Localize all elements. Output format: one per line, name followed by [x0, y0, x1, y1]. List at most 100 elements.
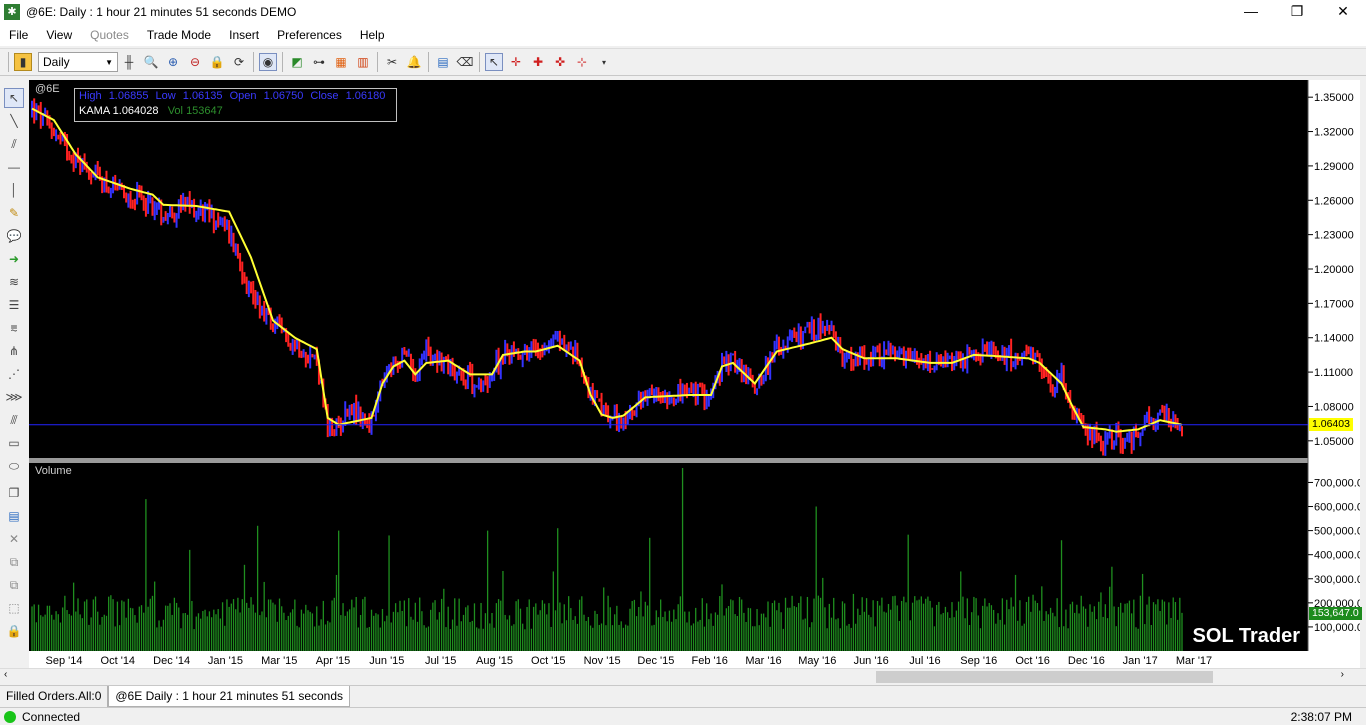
minimize-button[interactable]: —	[1228, 0, 1274, 24]
interval-select[interactable]: Daily ▼	[38, 52, 118, 72]
tab-chart[interactable]: @6E Daily : 1 hour 21 minutes 51 seconds	[108, 686, 351, 707]
time-tick-label: Oct '16	[1015, 655, 1050, 667]
maximize-button[interactable]: ❐	[1274, 0, 1320, 24]
vertical-line-icon[interactable]: │	[4, 180, 24, 200]
time-tick-label: Mar '17	[1176, 655, 1212, 667]
arc-icon[interactable]: ≋	[4, 272, 24, 292]
fib-extension-icon[interactable]: ⩳	[4, 318, 24, 338]
callout-icon[interactable]: 💬	[4, 226, 24, 246]
volume-tick-label: 500,000.0	[1314, 526, 1360, 538]
tab-filled-orders[interactable]: Filled Orders.All:0	[0, 686, 109, 707]
rectangle-icon[interactable]: ▭	[4, 433, 24, 453]
time-tick-label: Apr '15	[316, 655, 351, 667]
crosshair-mode-icon[interactable]: ◉	[259, 53, 277, 71]
vol-label: Vol	[167, 105, 183, 117]
time-tick-label: Dec '16	[1068, 655, 1105, 667]
last-price-tag: 1.06403	[1309, 417, 1353, 431]
price-tick-label: 1.05000	[1314, 436, 1354, 448]
delete-drawing-icon[interactable]: ✕	[4, 529, 24, 549]
window-tabs: Filled Orders.All:0 @6E Daily : 1 hour 2…	[0, 685, 1366, 707]
menu-file[interactable]: File	[0, 25, 37, 45]
menu-help[interactable]: Help	[351, 25, 394, 45]
trendline-icon[interactable]: ╲	[4, 111, 24, 131]
channel-icon[interactable]: ⫽	[4, 134, 24, 154]
color-bars-icon[interactable]: ▦	[332, 53, 350, 71]
lock-drawing-icon[interactable]: 🔒	[4, 621, 24, 641]
ellipse-icon[interactable]: ⬭	[4, 456, 24, 476]
alert-bell-icon[interactable]: 🔔	[405, 53, 423, 71]
target-icon[interactable]: ✚	[529, 53, 547, 71]
chevron-down-icon: ▼	[105, 57, 113, 67]
note-icon[interactable]: ✎	[4, 203, 24, 223]
star-cross-icon[interactable]: ✜	[551, 53, 569, 71]
horizontal-scrollbar[interactable]: ‹ ›	[0, 668, 1366, 684]
connection-status-icon	[4, 710, 16, 723]
chart-area[interactable]: 1.35000 1.32000 1.29000 1.26000 1.23000 1.200…	[29, 80, 1362, 668]
time-tick-label: Mar '16	[745, 655, 781, 667]
pitchfork-icon[interactable]: ⋔	[4, 341, 24, 361]
ohlc-row: High 1.06855 Low 1.06135 Open 1.06750 Cl…	[79, 89, 396, 104]
low-value: 1.06135	[182, 90, 223, 102]
menu-quotes[interactable]: Quotes	[81, 25, 138, 45]
menu-view[interactable]: View	[37, 25, 81, 45]
zoom-in-icon[interactable]: ⊕	[164, 53, 182, 71]
scroll-right-icon[interactable]: ›	[1341, 669, 1344, 680]
price-tick-label: 1.20000	[1314, 264, 1354, 276]
gann-fan-icon[interactable]: ⋙	[4, 387, 24, 407]
interval-value: Daily	[43, 55, 70, 69]
scrollbar-thumb[interactable]	[876, 671, 1213, 683]
menu-insert[interactable]: Insert	[220, 25, 268, 45]
close-button[interactable]: ✕	[1320, 0, 1366, 24]
menu-preferences[interactable]: Preferences	[268, 25, 351, 45]
zoom-menu-icon[interactable]: 🔍	[142, 53, 160, 71]
hierarchy-icon[interactable]: ⊶	[310, 53, 328, 71]
kama-label: KAMA	[79, 105, 110, 117]
high-label: High	[79, 90, 102, 102]
cycle-icon[interactable]: ⋰	[4, 364, 24, 384]
lock-icon[interactable]: 🔒	[208, 53, 226, 71]
app-icon: ✱	[4, 4, 20, 20]
time-tick-label: Jan '15	[208, 655, 243, 667]
parallel-lines-icon[interactable]: ⫻	[4, 410, 24, 430]
fibonacci-icon[interactable]: ☰	[4, 295, 24, 315]
data-window: High 1.06855 Low 1.06135 Open 1.06750 Cl…	[74, 88, 397, 122]
time-tick-label: Jul '16	[909, 655, 940, 667]
time-tick-label: Dec '14	[153, 655, 190, 667]
open-value: 1.06750	[263, 90, 304, 102]
properties-icon[interactable]: ▤	[4, 506, 24, 526]
time-tick-label: Oct '14	[101, 655, 136, 667]
pointer-icon[interactable]: ↖	[485, 53, 503, 71]
histogram-icon[interactable]: ▥	[354, 53, 372, 71]
book-icon[interactable]: ▤	[434, 53, 452, 71]
menu-trade-mode[interactable]: Trade Mode	[138, 25, 220, 45]
chart-symbol-label: @6E	[35, 83, 60, 95]
eraser-icon[interactable]: ⌫	[456, 53, 474, 71]
time-tick-label: Oct '15	[531, 655, 566, 667]
copy-icon[interactable]: ⧉	[4, 552, 24, 572]
paste-icon[interactable]: ⧉	[4, 575, 24, 595]
arrow-cross-icon[interactable]: ⊹	[573, 53, 591, 71]
select-box-icon[interactable]: ⬚	[4, 598, 24, 618]
menu-bar: File View Quotes Trade Mode Insert Prefe…	[0, 24, 1366, 46]
crosshair-icon[interactable]: ✛	[507, 53, 525, 71]
time-tick-label: Jun '15	[369, 655, 404, 667]
arrow-right-icon[interactable]: ➜	[4, 249, 24, 269]
price-tick-label: 1.23000	[1314, 230, 1354, 242]
refresh-icon[interactable]: ⟳	[230, 53, 248, 71]
toolbar-overflow-icon[interactable]: ▾	[595, 53, 613, 71]
status-bar: Connected 2:38:07 PM	[0, 707, 1366, 725]
scroll-left-icon[interactable]: ‹	[4, 669, 7, 680]
symbol-lookup-icon[interactable]: ▮	[14, 53, 32, 71]
select-arrow-icon[interactable]: ↖	[4, 88, 24, 108]
scissors-icon[interactable]: ✂	[383, 53, 401, 71]
kama-value: 1.064028	[112, 105, 159, 117]
price-tick-label: 1.35000	[1314, 92, 1354, 104]
zoom-out-icon[interactable]: ⊖	[186, 53, 204, 71]
chart-canvas[interactable]: 1.35000 1.32000 1.29000 1.26000 1.23000 1.200…	[29, 80, 1360, 668]
indicator-icon[interactable]: ◩	[288, 53, 306, 71]
toolbar: ▮ Daily ▼ ╫ 🔍 ⊕ ⊖ 🔒 ⟳ ◉ ◩ ⊶ ▦ ▥ ✂ 🔔 ▤ ⌫ …	[0, 48, 1366, 76]
bar-style-icon[interactable]: ╫	[120, 53, 138, 71]
vol-value: 153647	[186, 105, 223, 117]
horizontal-line-icon[interactable]: —	[4, 157, 24, 177]
layers-icon[interactable]: ❐	[4, 483, 24, 503]
